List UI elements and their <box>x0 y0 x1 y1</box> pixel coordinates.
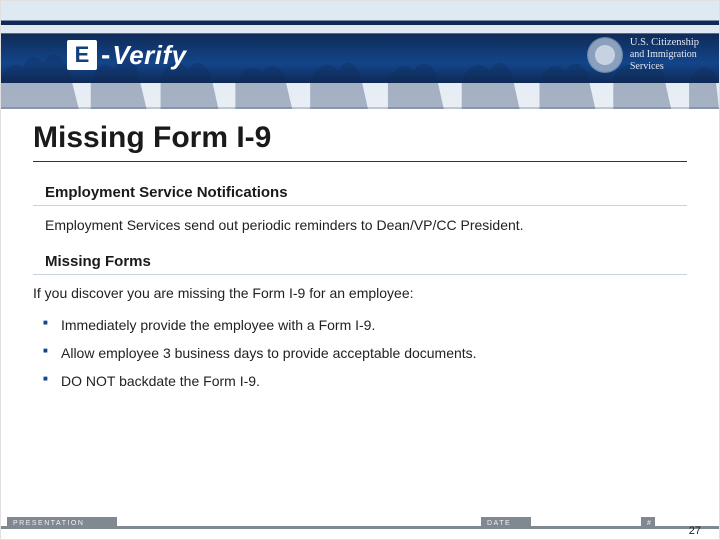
footer-tab-number: # <box>641 517 655 529</box>
header-divider <box>1 107 719 109</box>
list-item: Allow employee 3 business days to provid… <box>61 339 687 367</box>
everify-logo-word: Verify <box>112 40 186 71</box>
section-lead-missing: If you discover you are missing the Form… <box>33 285 687 311</box>
page-number: 27 <box>689 525 701 537</box>
header-band: E - Verify U.S. Citizenship and Immigrat… <box>1 1 719 109</box>
uscis-line2: and Immigration <box>630 49 699 61</box>
everify-logo-dash: - <box>101 39 110 71</box>
list-item: DO NOT backdate the Form I-9. <box>61 367 687 395</box>
bullet-list: Immediately provide the employee with a … <box>33 311 687 395</box>
footer-tab-date: DATE <box>481 517 531 529</box>
uscis-line3: Services <box>630 61 699 73</box>
content-area: Missing Form I-9 Employment Service Noti… <box>1 109 719 395</box>
page-title: Missing Form I-9 <box>33 121 687 162</box>
section-heading-notifications: Employment Service Notifications <box>33 184 687 206</box>
footer: PRESENTATION DATE # 27 <box>1 511 719 539</box>
uscis-line1: U.S. Citizenship <box>630 37 699 49</box>
everify-logo: E - Verify <box>67 39 187 71</box>
footer-tab-presentation: PRESENTATION <box>7 517 117 529</box>
list-item: Immediately provide the employee with a … <box>61 311 687 339</box>
slide: E - Verify U.S. Citizenship and Immigrat… <box>0 0 720 540</box>
dhs-seal-icon <box>588 38 622 72</box>
section-body-notifications: Employment Services send out periodic re… <box>33 216 687 253</box>
uscis-text: U.S. Citizenship and Immigration Service… <box>630 37 699 73</box>
uscis-branding: U.S. Citizenship and Immigration Service… <box>588 37 699 73</box>
section-heading-missing: Missing Forms <box>33 253 687 275</box>
everify-logo-e: E <box>67 40 97 70</box>
